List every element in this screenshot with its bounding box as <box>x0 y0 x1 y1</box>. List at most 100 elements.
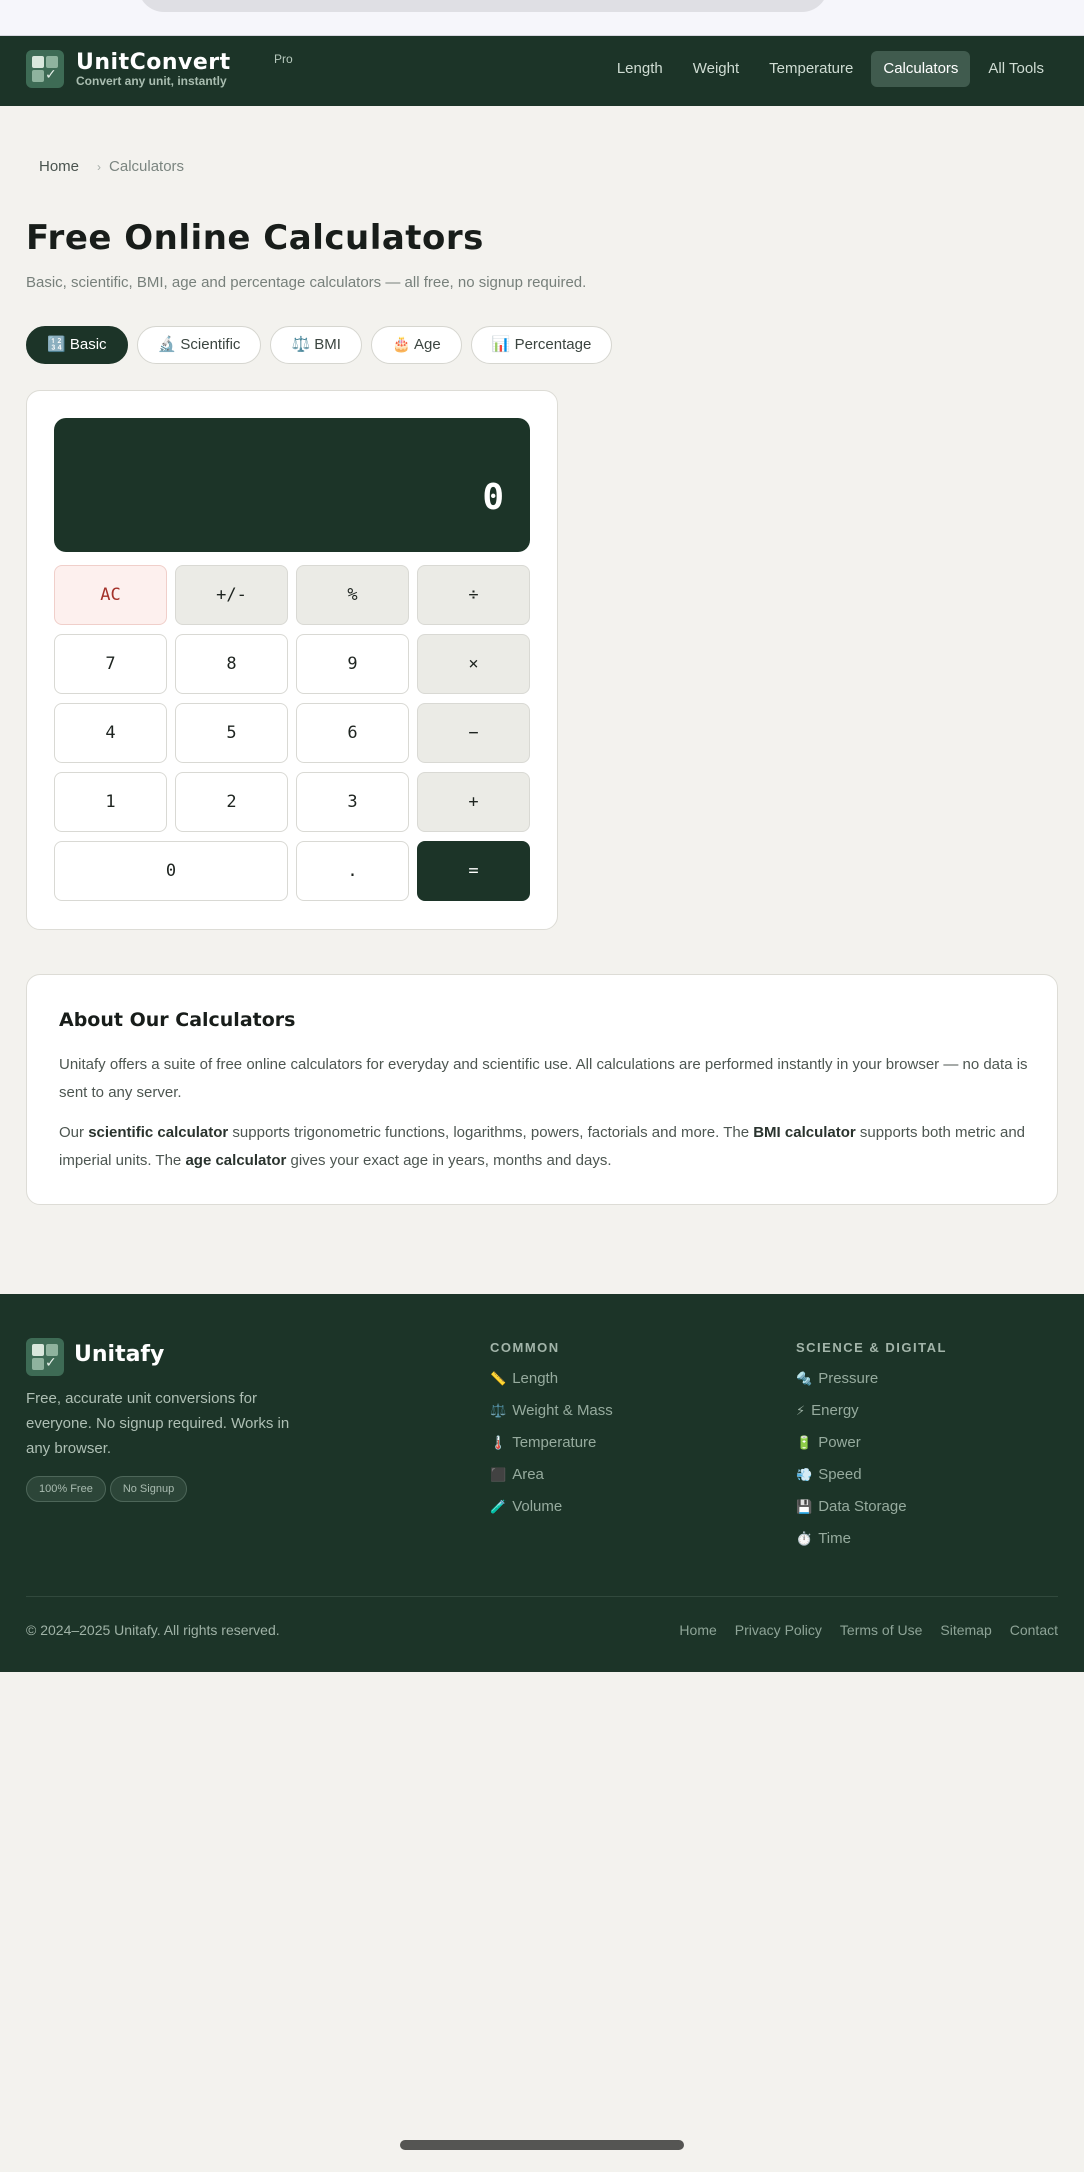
footer-link-data-storage[interactable]: 💾 Data Storage <box>796 1497 947 1529</box>
display-value: 0 <box>482 477 504 518</box>
browser-url-pill[interactable] <box>138 0 828 12</box>
footer-link-label: Time <box>818 1530 851 1547</box>
footer-link-contact[interactable]: Contact <box>1010 1622 1058 1638</box>
percent-button[interactable]: % <box>296 565 409 625</box>
footer-link-label: Volume <box>512 1498 563 1515</box>
footer-link-pressure[interactable]: 🔩 Pressure <box>796 1369 947 1401</box>
footer-divider <box>26 1596 1058 1597</box>
footer-link-label: Energy <box>811 1402 859 1419</box>
footer-link-temperature[interactable]: 🌡️ Temperature <box>490 1433 613 1465</box>
nav-weight[interactable]: Weight <box>681 51 751 87</box>
digit-4-button[interactable]: 4 <box>54 703 167 763</box>
breadcrumb: Home › Calculators <box>39 158 184 175</box>
wind-icon: 💨 <box>796 1467 813 1482</box>
about-paragraph-2: Our scientific calculator supports trigo… <box>59 1119 1039 1175</box>
footer-link-area[interactable]: ⬛ Area <box>490 1465 613 1497</box>
digit-5-button[interactable]: 5 <box>175 703 288 763</box>
footer-link-volume[interactable]: 🧪 Volume <box>490 1497 613 1529</box>
multiply-button[interactable]: × <box>417 634 530 694</box>
footer-link-label: Speed <box>818 1466 862 1483</box>
about-paragraph-1: Unitafy offers a suite of free online ca… <box>59 1056 1028 1101</box>
breadcrumb-current: Calculators <box>109 158 185 175</box>
thermometer-icon: 🌡️ <box>490 1435 507 1450</box>
scientific-calculator-emphasis: scientific calculator <box>88 1124 229 1141</box>
decimal-button[interactable]: . <box>296 841 409 901</box>
lightning-icon: ⚡ <box>796 1403 806 1418</box>
tab-label: BMI <box>314 336 341 353</box>
tab-label: Basic <box>69 336 107 353</box>
logo-icon[interactable]: ✓ <box>26 50 64 88</box>
about-title: About Our Calculators <box>59 1009 296 1031</box>
digit-3-button[interactable]: 3 <box>296 772 409 832</box>
breadcrumb-separator: › <box>97 160 102 174</box>
tab-age[interactable]: 🎂 Age <box>370 326 462 364</box>
footer-science-column: SCIENCE & DIGITAL 🔩 Pressure ⚡ Energy 🔋 Pow… <box>796 1340 947 1561</box>
about-text: supports trigonometric functions, logari… <box>228 1124 754 1141</box>
tab-bmi[interactable]: ⚖️ BMI <box>270 326 362 364</box>
footer-link-length[interactable]: 📏 Length <box>490 1369 613 1401</box>
nav-calculators[interactable]: Calculators <box>871 51 971 87</box>
footer-link-home[interactable]: Home <box>679 1622 716 1638</box>
footer-brand[interactable]: Unitafy <box>74 1342 164 1367</box>
scientific-tab-icon: 🔬 <box>157 336 177 353</box>
brand-tagline: Convert any unit, instantly <box>76 74 227 88</box>
page-title: Free Online Calculators <box>26 218 484 258</box>
tab-label: Age <box>414 336 441 353</box>
age-tab-icon: 🎂 <box>391 336 411 353</box>
digit-6-button[interactable]: 6 <box>296 703 409 763</box>
bmi-tab-icon: ⚖️ <box>291 336 311 353</box>
nav-temperature[interactable]: Temperature <box>757 51 865 87</box>
footer-link-label: Temperature <box>512 1434 597 1451</box>
digit-1-button[interactable]: 1 <box>54 772 167 832</box>
nav-length[interactable]: Length <box>605 51 675 87</box>
footer-link-terms[interactable]: Terms of Use <box>840 1622 922 1638</box>
about-section: About Our Calculators Unitafy offers a s… <box>26 974 1058 1205</box>
bmi-calculator-emphasis: BMI calculator <box>753 1124 856 1141</box>
badge-no-signup: No Signup <box>109 1476 188 1502</box>
digit-8-button[interactable]: 8 <box>175 634 288 694</box>
page-subtitle: Basic, scientific, BMI, age and percenta… <box>26 274 587 291</box>
footer-science-heading: SCIENCE & DIGITAL <box>796 1340 947 1355</box>
sign-toggle-button[interactable]: +/- <box>175 565 288 625</box>
footer-link-speed[interactable]: 💨 Speed <box>796 1465 947 1497</box>
digit-0-button[interactable]: 0 <box>54 841 288 901</box>
footer-link-sitemap[interactable]: Sitemap <box>940 1622 991 1638</box>
footer-link-time[interactable]: ⏱️ Time <box>796 1529 947 1561</box>
age-calculator-emphasis: age calculator <box>185 1152 287 1169</box>
calculator-tabs: 🔢 Basic 🔬 Scientific ⚖️ BMI 🎂 Age 📊 Perc… <box>26 326 613 364</box>
equals-button[interactable]: = <box>417 841 530 901</box>
footer-link-label: Power <box>818 1434 861 1451</box>
tab-basic[interactable]: 🔢 Basic <box>26 326 128 364</box>
footer-link-weight[interactable]: ⚖️ Weight & Mass <box>490 1401 613 1433</box>
minus-button[interactable]: − <box>417 703 530 763</box>
tab-label: Percentage <box>514 336 592 353</box>
footer-link-label: Weight & Mass <box>512 1402 613 1419</box>
stopwatch-icon: ⏱️ <box>796 1531 813 1546</box>
footer-link-privacy[interactable]: Privacy Policy <box>735 1622 822 1638</box>
breadcrumb-home[interactable]: Home <box>39 158 79 175</box>
nav-all-tools[interactable]: All Tools <box>976 51 1056 87</box>
footer-copyright: © 2024–2025 Unitafy. All rights reserved… <box>26 1622 280 1638</box>
divide-button[interactable]: ÷ <box>417 565 530 625</box>
tab-label: Scientific <box>180 336 241 353</box>
tab-scientific[interactable]: 🔬 Scientific <box>136 326 262 364</box>
digit-9-button[interactable]: 9 <box>296 634 409 694</box>
clear-button[interactable]: AC <box>54 565 167 625</box>
footer-link-label: Area <box>512 1466 544 1483</box>
square-icon: ⬛ <box>490 1467 507 1482</box>
tab-percentage[interactable]: 📊 Percentage <box>470 326 613 364</box>
brand-name[interactable]: UnitConvert <box>76 50 231 75</box>
brand-badge: Pro <box>274 52 293 66</box>
plus-button[interactable]: + <box>417 772 530 832</box>
browser-top-bar <box>0 0 1084 36</box>
footer-link-label: Pressure <box>818 1370 879 1387</box>
footer-link-power[interactable]: 🔋 Power <box>796 1433 947 1465</box>
footer-links: Home Privacy Policy Terms of Use Sitemap… <box>679 1622 1058 1638</box>
footer-logo-icon[interactable]: ✓ <box>26 1338 64 1376</box>
digit-7-button[interactable]: 7 <box>54 634 167 694</box>
home-indicator[interactable] <box>400 2140 684 2150</box>
footer-description: Free, accurate unit conversions for ever… <box>26 1390 290 1457</box>
footer-link-label: Data Storage <box>818 1498 907 1515</box>
digit-2-button[interactable]: 2 <box>175 772 288 832</box>
footer-link-energy[interactable]: ⚡ Energy <box>796 1401 947 1433</box>
